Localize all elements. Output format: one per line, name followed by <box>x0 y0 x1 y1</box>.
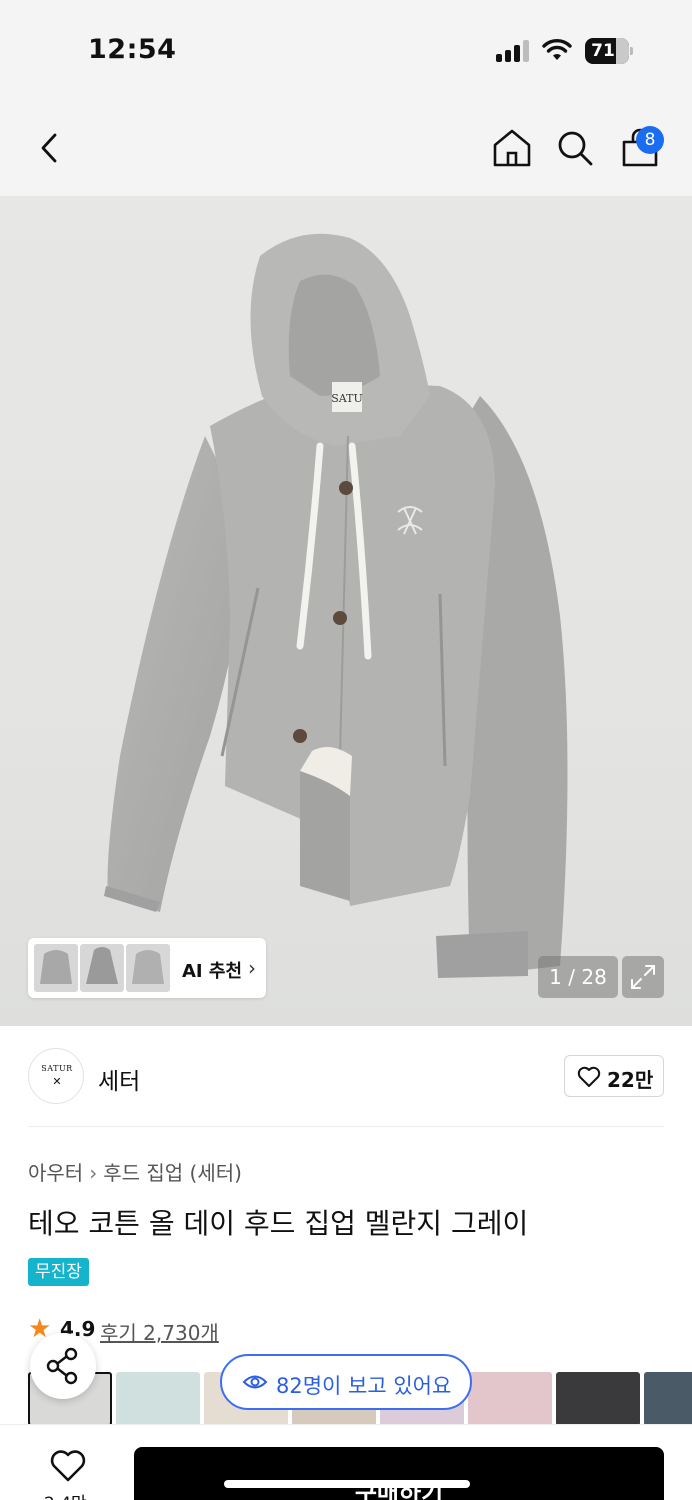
thumbnail-item[interactable] <box>644 1372 692 1426</box>
viewers-text: 82명이 보고 있어요 <box>276 1374 452 1398</box>
thumbnail-item[interactable] <box>116 1372 200 1426</box>
brand-like-button[interactable]: 22만 <box>564 1055 664 1097</box>
divider <box>28 1126 664 1127</box>
brand-name[interactable]: 세터 <box>98 1062 140 1096</box>
cellular-signal-icon <box>496 40 532 62</box>
ai-recommend-label: AI 추천 <box>182 961 243 982</box>
expand-button[interactable] <box>622 956 664 998</box>
thumbnail-item[interactable] <box>556 1372 640 1426</box>
breadcrumb-item[interactable]: 후드 집업 (세터) <box>103 1157 242 1186</box>
share-button[interactable] <box>30 1333 96 1399</box>
ai-recommend-thumb <box>80 944 124 992</box>
eye-icon <box>242 1375 268 1389</box>
ai-recommend-button[interactable]: AI 추천 › <box>28 938 266 998</box>
breadcrumb-item[interactable]: 아우터 <box>28 1157 83 1186</box>
cart-count-badge: 8 <box>636 126 664 154</box>
nav-header <box>0 100 692 196</box>
review-count-link[interactable]: 후기 2,730개 <box>100 1317 219 1346</box>
product-title: 테오 코튼 올 데이 후드 집업 멜란지 그레이 <box>28 1207 529 1240</box>
chevron-right-icon: › <box>89 1161 98 1185</box>
garment-label-text: SATU <box>331 392 363 405</box>
image-counter: 1 / 28 <box>538 956 618 998</box>
wishlist-count: 2.4만 <box>44 1489 87 1500</box>
brand-logo[interactable]: SATUR ✕ <box>28 1048 84 1104</box>
bottom-action-bar: 2.4만 구매하기 <box>0 1424 692 1500</box>
ai-recommend-thumb <box>34 944 78 992</box>
ai-recommend-thumb <box>126 944 170 992</box>
product-image-gallery[interactable]: SATU AI 추천 › 1 / 28 <box>0 196 692 1026</box>
status-bar: 12:54 71 <box>0 0 692 100</box>
product-photo: SATU <box>104 233 568 978</box>
viewers-badge: 82명이 보고 있어요 <box>220 1354 472 1410</box>
back-icon[interactable] <box>30 128 70 168</box>
brand-logo-text: SATUR <box>41 1064 73 1073</box>
breadcrumb: 아우터 › 후드 집업 (세터) <box>28 1157 242 1186</box>
home-indicator <box>224 1480 470 1488</box>
shipping-tag: 무진장 <box>28 1258 89 1286</box>
buy-button[interactable]: 구매하기 <box>134 1447 664 1500</box>
search-icon[interactable] <box>555 128 595 168</box>
status-time: 12:54 <box>88 34 177 65</box>
brand-like-count: 22만 <box>607 1068 654 1092</box>
chevron-right-icon: › <box>248 956 256 980</box>
brand-mark-icon: ✕ <box>52 1075 62 1088</box>
wishlist-heart-icon[interactable] <box>50 1449 86 1483</box>
battery-level: 71 <box>591 41 615 61</box>
wifi-icon <box>542 39 572 60</box>
battery-icon: 71 <box>585 38 633 64</box>
expand-icon <box>631 965 655 989</box>
thumbnail-item[interactable] <box>468 1372 552 1426</box>
home-icon[interactable] <box>492 128 532 168</box>
share-icon <box>46 1347 78 1385</box>
heart-icon <box>577 1066 601 1087</box>
